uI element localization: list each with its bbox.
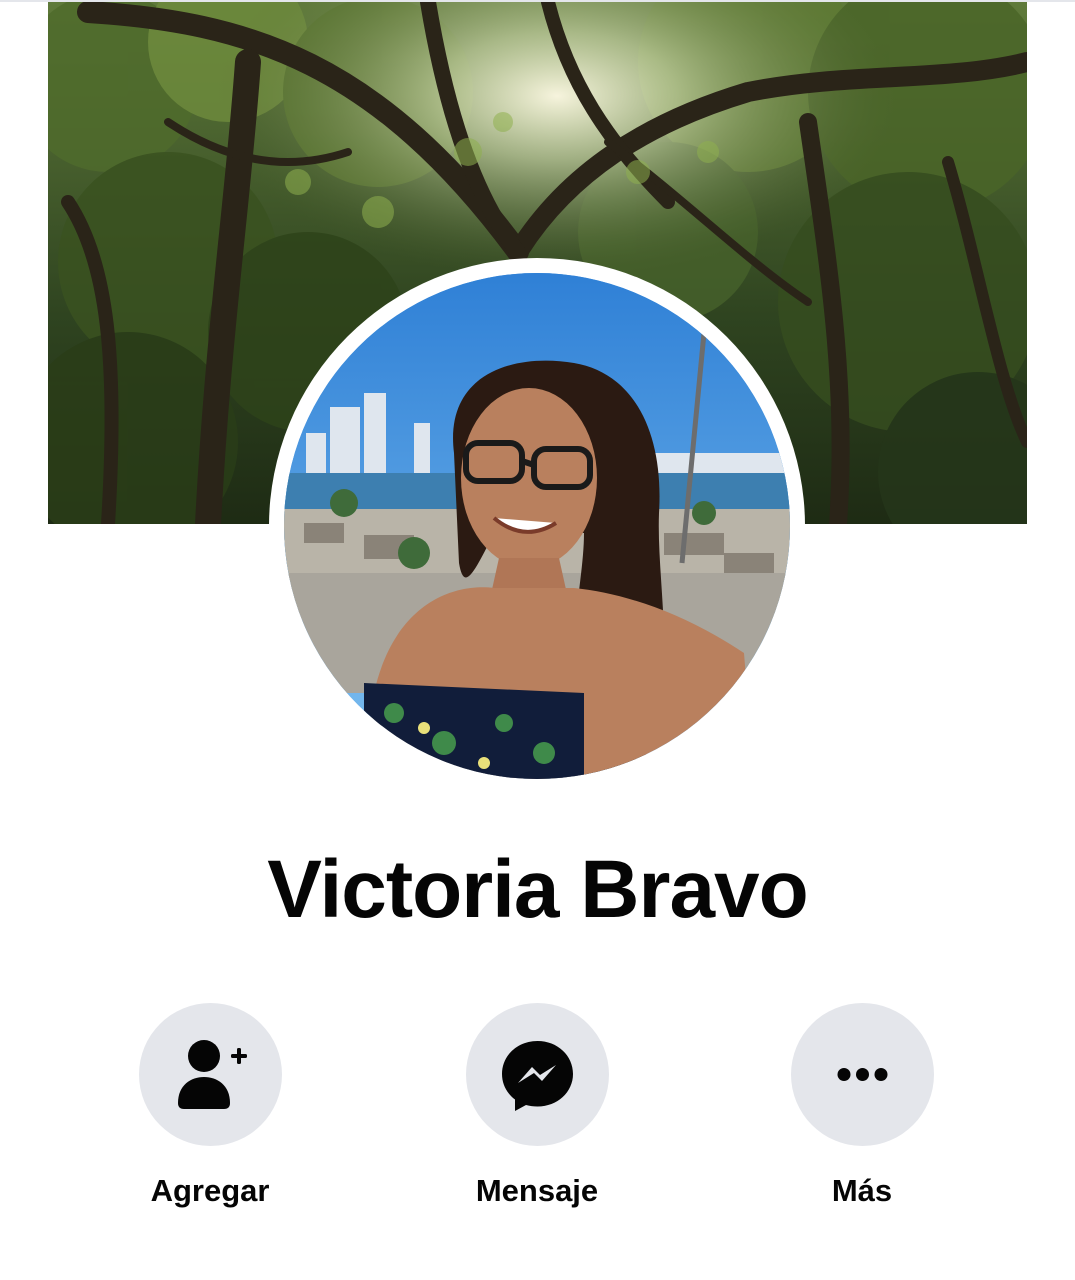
- profile-photo-image: [284, 273, 790, 779]
- more-icon-button[interactable]: [791, 1003, 934, 1146]
- more-button[interactable]: Más: [742, 1003, 982, 1223]
- add-friend-icon: [178, 1040, 247, 1109]
- add-friend-button[interactable]: Agregar: [90, 1003, 330, 1223]
- messenger-icon: [502, 1041, 573, 1111]
- profile-name: Victoria Bravo: [267, 844, 809, 935]
- add-friend-label: Agregar: [150, 1173, 270, 1208]
- avatar[interactable]: [284, 273, 790, 779]
- more-icon: [837, 1068, 888, 1081]
- message-label: Mensaje: [475, 1173, 599, 1208]
- message-button[interactable]: Mensaje: [417, 1003, 657, 1223]
- more-label: Más: [831, 1173, 893, 1208]
- add-friend-icon-button[interactable]: [139, 1003, 282, 1146]
- message-icon-button[interactable]: [466, 1003, 609, 1146]
